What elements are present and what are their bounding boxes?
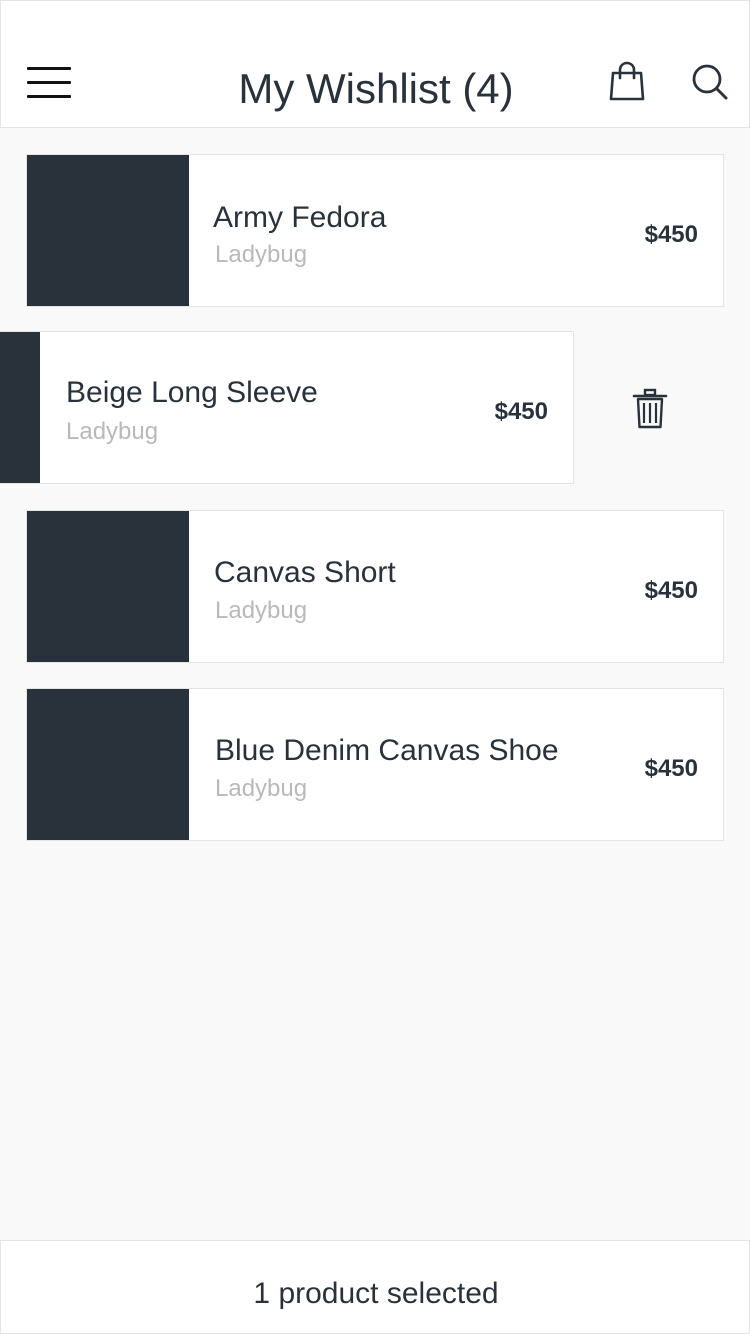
wishlist-item[interactable]: Canvas Short Ladybug $450 [26, 510, 724, 663]
product-name: Army Fedora [213, 201, 387, 234]
product-image [0, 332, 40, 483]
product-brand: Ladybug [66, 418, 159, 445]
product-name: Beige Long Sleeve [66, 376, 318, 409]
app-header: My Wishlist (4) [0, 0, 750, 128]
trash-icon[interactable] [632, 388, 668, 430]
product-brand: Ladybug [215, 775, 308, 802]
product-image [27, 689, 189, 840]
product-brand: Ladybug [215, 241, 308, 268]
product-image [27, 511, 189, 662]
product-brand: Ladybug [215, 597, 308, 624]
wishlist-item-swiped[interactable]: Beige Long Sleeve Ladybug $450 [0, 331, 574, 484]
product-price: $450 [644, 755, 698, 782]
product-price: $450 [494, 398, 548, 425]
shopping-bag-icon[interactable] [607, 61, 647, 103]
search-icon[interactable] [689, 61, 733, 105]
selection-status: 1 product selected [253, 1277, 499, 1310]
wishlist-item[interactable]: Blue Denim Canvas Shoe Ladybug $450 [26, 688, 724, 841]
product-image [27, 155, 189, 306]
product-name: Canvas Short [214, 556, 396, 589]
selection-footer[interactable]: 1 product selected [0, 1240, 750, 1334]
product-name: Blue Denim Canvas Shoe [215, 734, 559, 767]
wishlist-item[interactable]: Army Fedora Ladybug $450 [26, 154, 724, 307]
product-price: $450 [644, 577, 698, 604]
product-price: $450 [644, 221, 698, 248]
